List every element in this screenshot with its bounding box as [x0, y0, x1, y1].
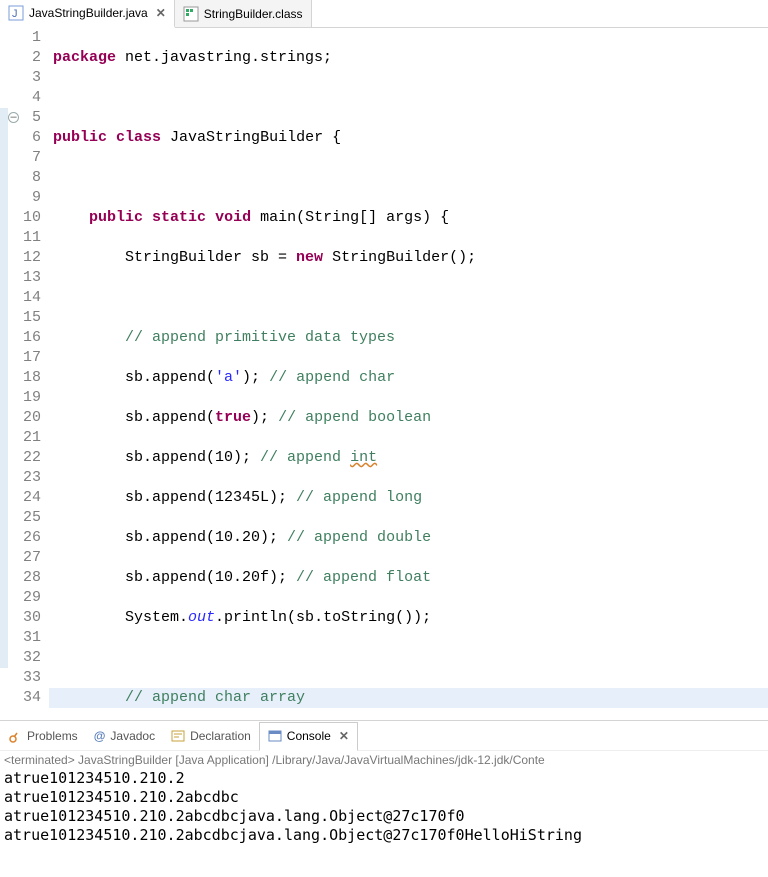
- gutter-line: 34: [0, 688, 41, 708]
- tab-label: Problems: [27, 729, 78, 743]
- gutter-line: 27: [0, 548, 41, 568]
- gutter-line: 20: [0, 408, 41, 428]
- tab-label: Javadoc: [110, 729, 155, 743]
- code-line: package net.javastring.strings;: [49, 48, 768, 68]
- gutter-line: 7: [0, 148, 41, 168]
- gutter-line: 13: [0, 268, 41, 288]
- gutter-line: 19: [0, 388, 41, 408]
- gutter-line: 15: [0, 308, 41, 328]
- gutter-line: 3: [0, 68, 41, 88]
- code-line: sb.append(12345L); // append long: [49, 488, 768, 508]
- code-line: // append primitive data types: [49, 328, 768, 348]
- editor-area: 1 2 3 4 –5 6 7 8 9 10 11 12 13 14 15 16 …: [0, 28, 768, 720]
- gutter-line: 1: [0, 28, 41, 48]
- close-icon[interactable]: ✕: [156, 6, 166, 20]
- code-line: sb.append(10.20f); // append float: [49, 568, 768, 588]
- gutter-line: –5: [0, 108, 41, 128]
- gutter-line: 6: [0, 128, 41, 148]
- line-gutter: 1 2 3 4 –5 6 7 8 9 10 11 12 13 14 15 16 …: [0, 28, 49, 720]
- bottom-tab-bar: Problems @ Javadoc Declaration Console ✕: [0, 721, 768, 751]
- code-line: public static void main(String[] args) {: [49, 208, 768, 228]
- code-line: // append char array: [49, 688, 768, 708]
- gutter-line: 28: [0, 568, 41, 588]
- close-icon[interactable]: ✕: [339, 729, 349, 743]
- gutter-line: 17: [0, 348, 41, 368]
- gutter-line: 30: [0, 608, 41, 628]
- gutter-line: 25: [0, 508, 41, 528]
- tab-label: Declaration: [190, 729, 251, 743]
- gutter-line: 18: [0, 368, 41, 388]
- gutter-line: 2: [0, 48, 41, 68]
- gutter-line: 29: [0, 588, 41, 608]
- code-line: [49, 648, 768, 668]
- code-line: sb.append('a'); // append char: [49, 368, 768, 388]
- gutter-line: 4: [0, 88, 41, 108]
- code-line: public class JavaStringBuilder {: [49, 128, 768, 148]
- tab-declaration[interactable]: Declaration: [163, 721, 259, 750]
- java-file-icon: J: [8, 5, 24, 21]
- code-line: [49, 88, 768, 108]
- tab-javadoc[interactable]: @ Javadoc: [86, 721, 163, 750]
- code-line: sb.append(10); // append int: [49, 448, 768, 468]
- gutter-line: 32: [0, 648, 41, 668]
- code-line: System.out.println(sb.toString());: [49, 608, 768, 628]
- gutter-line: 10: [0, 208, 41, 228]
- gutter-line: 12: [0, 248, 41, 268]
- console-line: atrue101234510.210.2abcdbcjava.lang.Obje…: [4, 807, 764, 826]
- tab-label: Console: [287, 729, 331, 743]
- fold-toggle-icon[interactable]: –: [8, 112, 19, 123]
- code-area[interactable]: package net.javastring.strings; public c…: [49, 28, 768, 720]
- gutter-line: 11: [0, 228, 41, 248]
- console-header: <terminated> JavaStringBuilder [Java App…: [0, 751, 768, 769]
- class-file-icon: [183, 6, 199, 22]
- console-line: atrue101234510.210.2: [4, 769, 764, 788]
- editor-tab-label: JavaStringBuilder.java: [29, 6, 148, 20]
- code-line: [49, 168, 768, 188]
- console-icon: [268, 729, 282, 743]
- editor-tab-class[interactable]: StringBuilder.class: [175, 0, 312, 27]
- gutter-line: 22: [0, 448, 41, 468]
- gutter-line: 31: [0, 628, 41, 648]
- gutter-line: 21: [0, 428, 41, 448]
- console-line: atrue101234510.210.2abcdbcjava.lang.Obje…: [4, 826, 764, 845]
- javadoc-icon: @: [94, 729, 106, 743]
- gutter-line: 9: [0, 188, 41, 208]
- code-line: sb.append(true); // append boolean: [49, 408, 768, 428]
- console-line: atrue101234510.210.2abcdbc: [4, 788, 764, 807]
- problems-icon: [8, 729, 22, 743]
- gutter-line: 33: [0, 668, 41, 688]
- code-line: sb.append(10.20); // append double: [49, 528, 768, 548]
- gutter-line: 26: [0, 528, 41, 548]
- declaration-icon: [171, 729, 185, 743]
- editor-tab-bar: J JavaStringBuilder.java ✕ StringBuilder…: [0, 0, 768, 28]
- code-line: StringBuilder sb = new StringBuilder();: [49, 248, 768, 268]
- gutter-line: 8: [0, 168, 41, 188]
- tab-console[interactable]: Console ✕: [259, 722, 358, 751]
- gutter-line: 16: [0, 328, 41, 348]
- gutter-line: 24: [0, 488, 41, 508]
- bottom-panel: Problems @ Javadoc Declaration Console ✕…: [0, 720, 768, 845]
- editor-tab-label: StringBuilder.class: [204, 7, 303, 21]
- gutter-line: 23: [0, 468, 41, 488]
- editor-tab-java[interactable]: J JavaStringBuilder.java ✕: [0, 0, 175, 28]
- code-line: [49, 288, 768, 308]
- console-output[interactable]: atrue101234510.210.2 atrue101234510.210.…: [0, 769, 768, 845]
- gutter-line: 14: [0, 288, 41, 308]
- svg-text:J: J: [12, 8, 18, 20]
- tab-problems[interactable]: Problems: [0, 721, 86, 750]
